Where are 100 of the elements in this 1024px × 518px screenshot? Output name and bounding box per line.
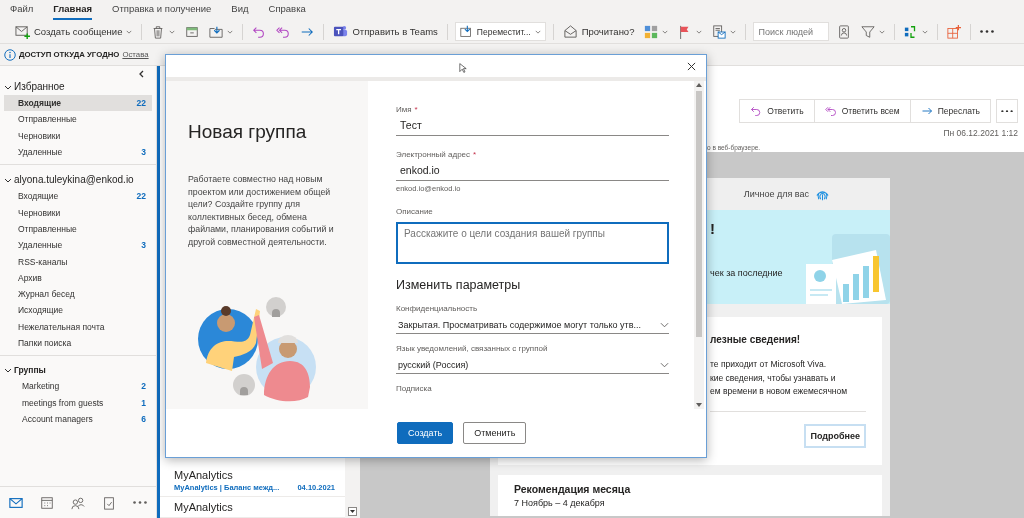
folder-item[interactable]: meetings from guests 1 [4,394,152,411]
field-label: Язык уведомлений, связанных с группой [396,344,548,353]
caret-icon [126,28,133,35]
folder-item[interactable]: Исходящие [4,302,152,319]
menu-tab[interactable]: Справка [268,3,306,20]
unread-count: 6 [141,413,146,424]
move-dropdown[interactable]: Переместит... [454,22,546,41]
insight-text: те приходит от Microsoft Viva. кие сведения, чтобы узнавать и ем времени в новом ежемесячном [710,358,866,412]
folder-arrow-icon [209,24,224,39]
mail-icon[interactable] [8,495,23,510]
folder-item[interactable]: Удаленные 3 [4,143,152,161]
more-icon [980,29,995,34]
menu-tab[interactable]: Вид [231,3,249,20]
create-button[interactable]: Создать [397,422,454,444]
scrollbar[interactable] [694,81,704,409]
unread-count: 2 [141,381,146,392]
folder-item[interactable]: Журнал бесед [4,285,152,303]
folder-name: RSS-каналы [18,256,68,267]
reply-all-icon [276,24,291,39]
text-field[interactable]: Тест [396,114,669,136]
field-label: Электронный адрес [396,150,471,159]
folder-item[interactable]: Account managers 6 [4,410,152,428]
folder-name: Marketing [22,381,60,392]
field-label: Имя [396,105,412,114]
folder-name: Удаленные [18,240,63,251]
caret-icon [730,28,737,35]
scroll-down-icon [696,403,702,407]
caret-icon [662,28,669,35]
calendar-icon[interactable] [39,495,54,510]
folder-name: Черновики [18,207,61,218]
people-icon[interactable] [70,495,85,510]
toolbar-icon-button[interactable] [978,28,997,35]
folder-name: Папки поиска [18,338,72,348]
toolbar-button[interactable]: Прочитано? [560,23,637,40]
more-button[interactable] [996,99,1018,123]
new-mail-icon [15,24,30,39]
close-icon[interactable] [687,61,696,71]
message-sender: MyAnalytics [174,469,234,481]
menu-tab[interactable]: Отправка и получение [112,3,212,20]
folder-name: Черновики [18,130,61,141]
dropdown-field[interactable]: русский (Россия) [396,355,669,374]
unread-count: 22 [136,191,146,202]
folder-item[interactable]: RSS-каналы [4,253,152,270]
text-field[interactable]: enkod.io [396,159,669,181]
archive-icon [185,24,200,39]
chevron-down-icon [660,322,669,328]
folder-item[interactable]: Нежелательная почта [4,318,152,335]
table-add-icon [947,24,962,39]
unread-count: 22 [136,98,146,109]
toolbar-button[interactable]: Создать сообщение [13,23,135,40]
folder-item[interactable]: Черновики [4,204,152,221]
folder-name: Account managers [22,413,93,424]
folder-item[interactable]: Черновики [4,127,152,144]
received-date: Пн 06.12.2021 1:12 [942,128,1018,138]
tasks-icon[interactable] [102,495,117,510]
folder-item[interactable]: Входящие 22 [4,188,152,205]
more-icon [1001,109,1013,113]
rules-icon [712,24,727,39]
folder-name: Отправленные [18,223,77,234]
folder-name: Удаленные [18,147,63,158]
folder-item[interactable]: Удаленные 3 [4,237,152,254]
folder-name: meetings from guests [22,397,104,408]
field-label: Подписка [396,384,432,393]
unread-count: 3 [141,240,146,251]
description-field[interactable]: Расскажите о цели создания вашей группы [396,222,669,264]
folder-item[interactable]: Отправленные [4,220,152,238]
more-info-button[interactable]: Подробнее [804,423,866,448]
reply-icon [750,105,763,117]
folder-item[interactable]: Архив [4,269,152,286]
folder-item[interactable]: Папки поиска [4,334,152,352]
info-icon [4,48,16,61]
caret-icon [879,28,886,35]
caret-icon [534,28,541,35]
folder-group-title[interactable]: alyona.tuleykina@enkod.io [14,174,134,186]
toolbar-button[interactable]: Отправить в Teams [331,23,440,40]
folder-group-title[interactable]: Группы [14,365,46,376]
menu-tab[interactable]: Файл [10,3,34,20]
folder-item[interactable]: Входящие 22 [4,95,152,112]
cancel-button[interactable]: Отменить [463,422,527,444]
folder-name: Входящие [18,98,62,109]
folder-group-title[interactable]: Избранное [14,81,65,92]
people-search-field[interactable]: Поиск людей [753,22,830,41]
folder-item[interactable]: Marketing 2 [4,378,152,395]
open-envelope-icon [562,24,578,39]
mouse-pointer-icon [459,62,467,74]
dialog-description: Работаете совместно над новым проектом или достижением общей цели? Создайте группу для коллективных бесед, обмена файлами, планирования событий и другой совместной деятельности. [188,173,335,249]
required-mark: * [414,105,418,114]
collapse-icon [138,70,144,78]
categories-icon [644,24,659,39]
folder-name: Отправленные [18,114,77,125]
banner-title: ! [710,220,716,238]
more-icon[interactable] [133,500,148,505]
dialog-title: Новая группа [188,121,308,143]
scroll-up-icon [696,83,702,87]
reply-all-icon [824,105,837,117]
unread-count: 1 [141,397,146,408]
folder-item[interactable]: Отправленные [4,111,152,128]
dropdown-field[interactable]: Закрытая. Просматривать содержимое могут только утв... [396,315,669,334]
insight-title: лезные сведения! [710,334,802,345]
caret-icon [227,28,234,35]
